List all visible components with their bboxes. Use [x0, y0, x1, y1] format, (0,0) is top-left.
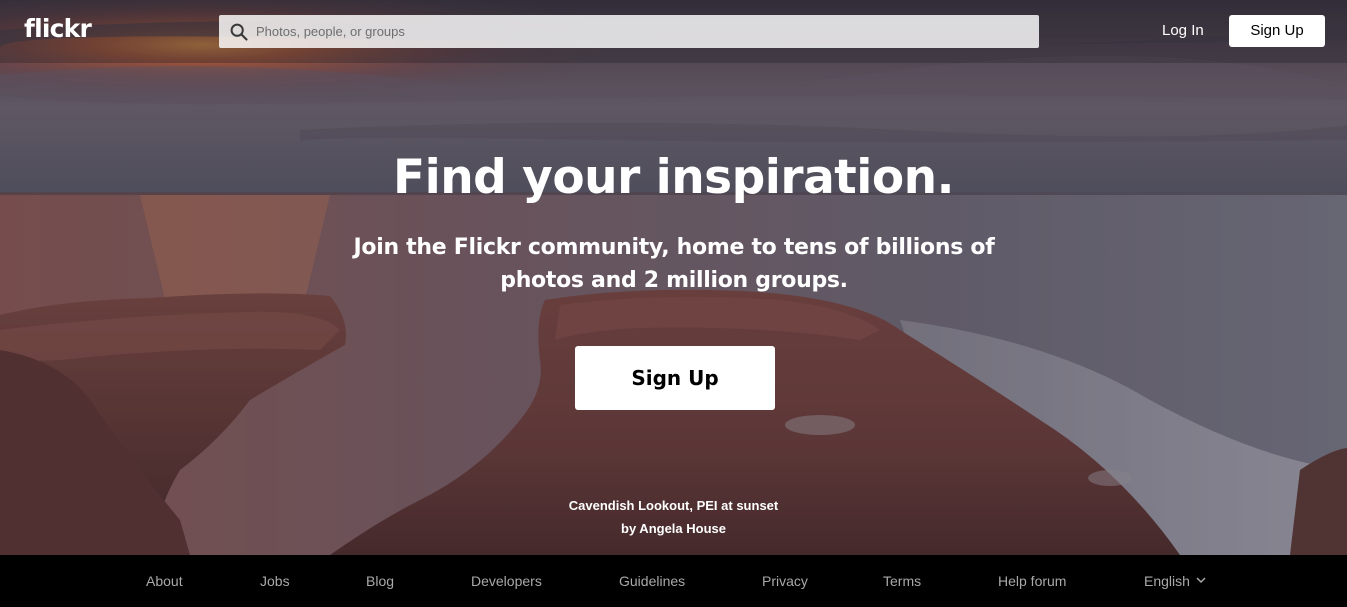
hero-signup-button[interactable]: Sign Up — [575, 346, 775, 410]
header-signup-button[interactable]: Sign Up — [1229, 15, 1325, 47]
footer-link-jobs[interactable]: Jobs — [260, 572, 290, 590]
login-link[interactable]: Log In — [1162, 21, 1204, 41]
flickr-logo[interactable]: flickr — [24, 14, 92, 44]
footer-link-guidelines[interactable]: Guidelines — [619, 572, 685, 590]
footer-link-developers[interactable]: Developers — [471, 572, 542, 590]
language-selector[interactable]: English — [1144, 572, 1206, 590]
search-input[interactable] — [256, 15, 1026, 48]
photo-credit: Cavendish Lookout, PEI at sunset by Ange… — [0, 494, 1347, 540]
hero-title: Find your inspiration. — [393, 150, 955, 205]
top-header: flickr Log In Sign Up — [0, 0, 1347, 63]
language-label: English — [1144, 573, 1190, 589]
footer-link-terms[interactable]: Terms — [883, 572, 921, 590]
chevron-down-icon — [1196, 577, 1206, 584]
hero-subtitle: Join the Flickr community, home to tens … — [353, 235, 995, 293]
footer-link-about[interactable]: About — [146, 572, 183, 590]
footer-link-privacy[interactable]: Privacy — [762, 572, 808, 590]
search-icon — [230, 23, 248, 41]
footer-link-help-forum[interactable]: Help forum — [998, 572, 1066, 590]
photo-author-link[interactable]: by Angela House — [621, 521, 726, 536]
footer-bar: About Jobs Blog Developers Guidelines Pr… — [0, 555, 1347, 607]
footer-link-blog[interactable]: Blog — [366, 572, 394, 590]
photo-title-link[interactable]: Cavendish Lookout, PEI at sunset — [569, 498, 778, 513]
page: flickr Log In Sign Up Find your inspirat… — [0, 0, 1347, 607]
search-bar[interactable] — [219, 15, 1039, 48]
